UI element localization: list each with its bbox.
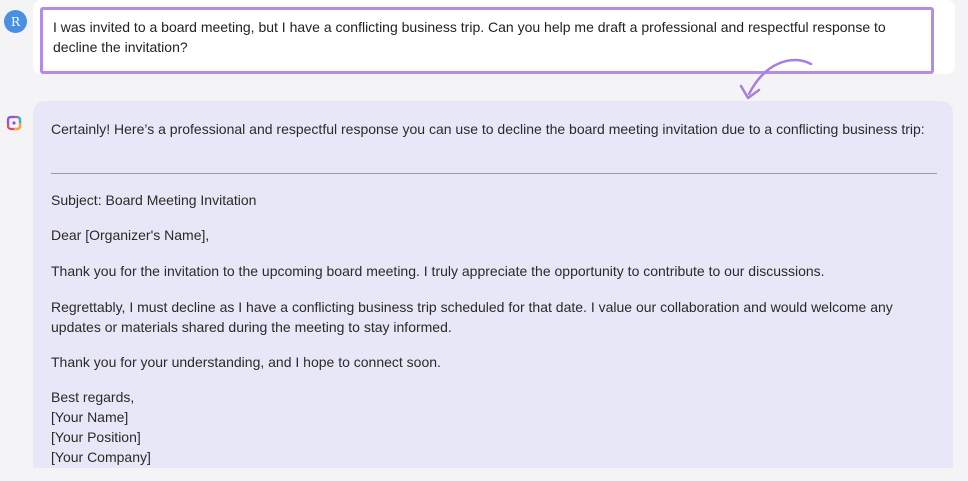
bottom-bar bbox=[0, 468, 968, 481]
assistant-message-bubble: Certainly! Here’s a professional and res… bbox=[33, 101, 953, 481]
email-greeting: Dear [Organizer's Name], bbox=[51, 227, 210, 243]
assistant-intro: Certainly! Here’s a professional and res… bbox=[51, 121, 925, 137]
chat-page: R I was invited to a board meeting, but … bbox=[0, 0, 968, 481]
email-paragraph-2: Regrettably, I must decline as I have a … bbox=[51, 299, 893, 335]
user-avatar-initial: R bbox=[10, 14, 21, 29]
assistant-logo-icon bbox=[6, 115, 22, 131]
email-paragraph-3: Thank you for your understanding, and I … bbox=[51, 354, 441, 370]
email-paragraph-1: Thank you for the invitation to the upco… bbox=[51, 263, 825, 279]
email-subject: Subject: Board Meeting Invitation bbox=[51, 192, 257, 208]
email-signoff: Best regards, bbox=[51, 389, 135, 405]
signature-position: [Your Position] bbox=[51, 429, 141, 445]
signature-name: [Your Name] bbox=[51, 409, 129, 425]
email-signature: Best regards, [Your Name] [Your Position… bbox=[51, 387, 941, 467]
assistant-message-text: Certainly! Here’s a professional and res… bbox=[51, 119, 941, 467]
signature-company: [Your Company] bbox=[51, 449, 151, 465]
divider bbox=[51, 173, 937, 174]
user-avatar: R bbox=[4, 10, 27, 33]
